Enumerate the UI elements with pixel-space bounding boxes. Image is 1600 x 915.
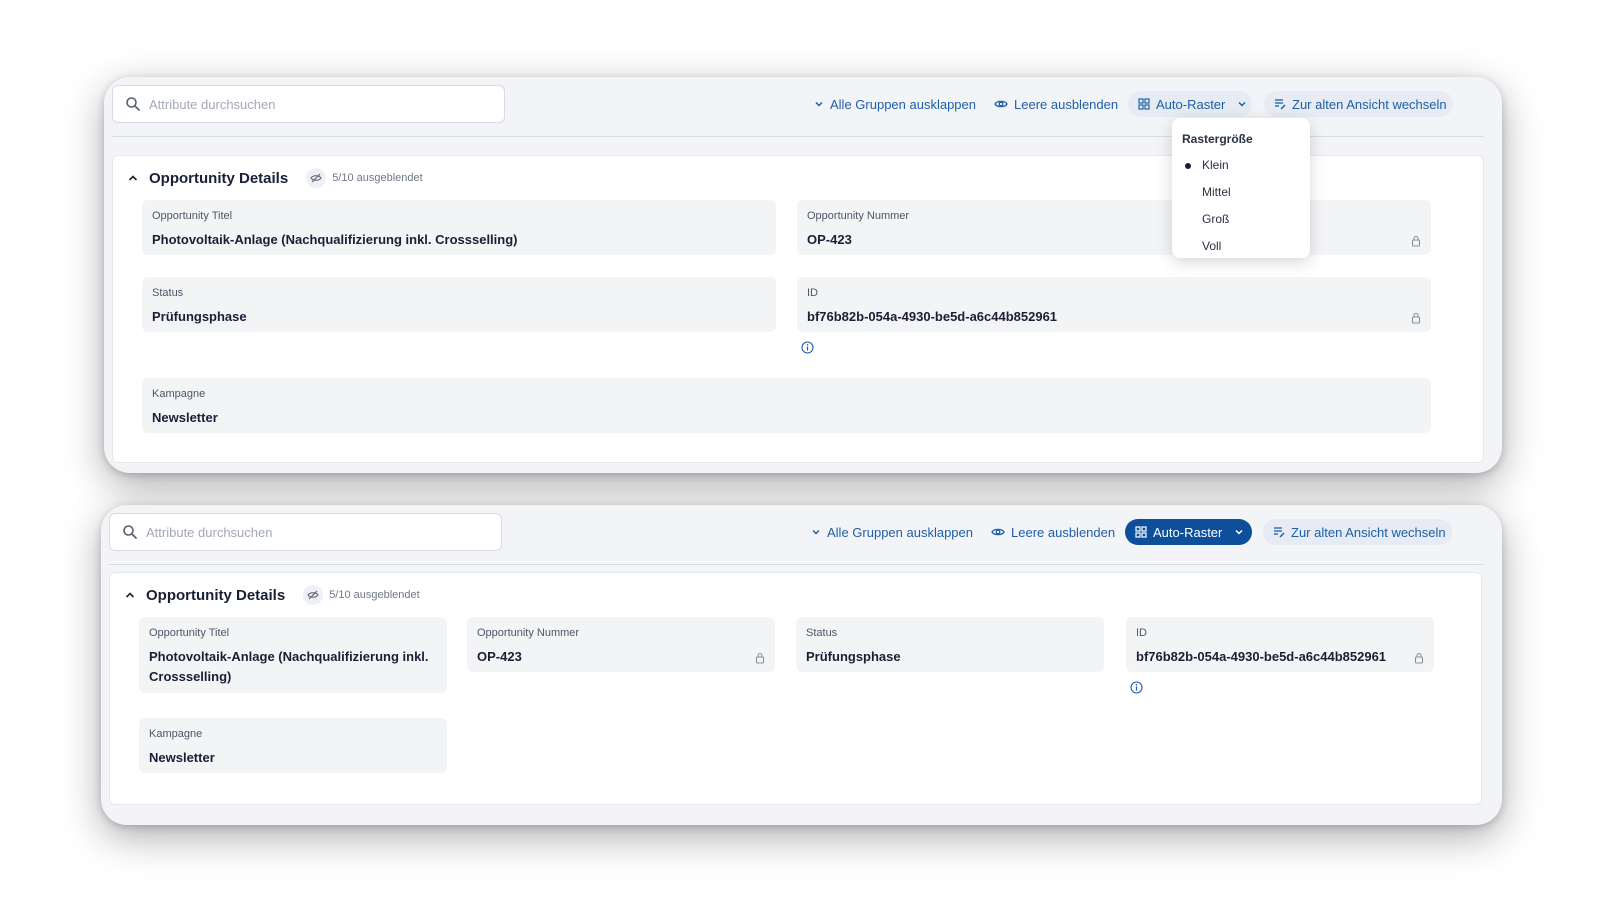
field-label: ID	[1136, 627, 1147, 639]
switch-view-button[interactable]: Zur alten Ansicht wechseln	[1264, 91, 1453, 117]
grid-size-option-klein[interactable]: Klein	[1172, 152, 1310, 179]
field-value: bf76b82b-054a-4930-be5d-a6c44b852961	[807, 309, 1058, 324]
info-icon[interactable]	[801, 341, 814, 354]
grid-size-label: Auto-Raster	[1153, 524, 1223, 540]
hidden-count-badge[interactable]: 5/10 ausgeblendet	[303, 585, 420, 605]
hide-empty-label: Leere ausblenden	[1014, 96, 1119, 112]
option-label: Groß	[1202, 212, 1230, 226]
group-card: Opportunity Details 5/10 ausgeblendet Op…	[109, 572, 1482, 805]
field-id[interactable]: ID bf76b82b-054a-4930-be5d-a6c44b852961	[797, 277, 1431, 332]
group-header[interactable]: Opportunity Details 5/10 ausgeblendet	[127, 168, 423, 188]
eye-off-icon	[303, 585, 324, 605]
chevron-up-icon[interactable]	[127, 172, 139, 184]
field-campaign[interactable]: Kampagne Newsletter	[139, 718, 447, 773]
field-value: Prüfungsphase	[152, 309, 247, 324]
switch-view-label: Zur alten Ansicht wechseln	[1291, 524, 1446, 540]
hide-empty-button[interactable]: Leere ausblenden	[984, 91, 1128, 117]
group-header[interactable]: Opportunity Details 5/10 ausgeblendet	[124, 585, 420, 605]
field-value: bf76b82b-054a-4930-be5d-a6c44b852961	[1136, 649, 1387, 664]
field-value-line-1: Photovoltaik-Anlage (Nachqualifizierung …	[149, 649, 429, 664]
expand-all-button[interactable]: Alle Gruppen ausklappen	[804, 91, 986, 117]
expand-all-label: Alle Gruppen ausklappen	[830, 96, 976, 112]
grid-icon	[1135, 526, 1147, 538]
expand-all-label: Alle Gruppen ausklappen	[827, 524, 973, 540]
field-value: Prüfungsphase	[806, 649, 901, 664]
field-value-line-2: Crossselling)	[149, 669, 232, 684]
hidden-count-text: 5/10 ausgeblendet	[329, 589, 420, 601]
switch-view-label: Zur alten Ansicht wechseln	[1292, 96, 1447, 112]
lock-icon	[1411, 235, 1421, 247]
field-id[interactable]: ID bf76b82b-054a-4930-be5d-a6c44b852961	[1126, 617, 1434, 672]
field-status[interactable]: Status Prüfungsphase	[142, 277, 776, 332]
option-label: Voll	[1202, 239, 1222, 253]
attribute-panel-grid-active: Alle Gruppen ausklappen Leere ausblenden…	[101, 505, 1502, 825]
grid-icon	[1138, 98, 1150, 110]
grid-size-menu-title: Rastergröße	[1182, 132, 1253, 146]
option-label: Klein	[1202, 158, 1229, 172]
chevron-down-icon	[815, 101, 823, 107]
list-edit-icon	[1275, 99, 1286, 110]
list-edit-icon	[1274, 527, 1285, 538]
field-opportunity-title[interactable]: Opportunity Titel Photovoltaik-Anlage (N…	[142, 200, 776, 255]
lock-icon	[755, 652, 765, 664]
group-title: Opportunity Details	[149, 169, 289, 187]
field-label: Opportunity Titel	[152, 210, 233, 222]
field-opportunity-number[interactable]: Opportunity Nummer OP-423	[797, 200, 1431, 255]
field-value: Photovoltaik-Anlage (Nachqualifizierung …	[152, 232, 518, 247]
switch-view-button[interactable]: Zur alten Ansicht wechseln	[1263, 519, 1452, 545]
search-box[interactable]	[109, 513, 502, 551]
field-opportunity-number[interactable]: Opportunity Nummer OP-423	[467, 617, 775, 672]
search-box[interactable]	[112, 85, 505, 123]
hide-empty-button[interactable]: Leere ausblenden	[981, 519, 1125, 545]
chevron-down-icon	[1235, 529, 1243, 535]
field-label: ID	[807, 287, 818, 299]
hide-empty-label: Leere ausblenden	[1011, 524, 1116, 540]
field-status[interactable]: Status Prüfungsphase	[796, 617, 1104, 672]
hidden-count-text: 5/10 ausgeblendet	[332, 172, 423, 184]
toolbar-divider	[109, 564, 1484, 565]
toolbar: Alle Gruppen ausklappen Leere ausblenden…	[101, 505, 1502, 565]
field-value: OP-423	[807, 232, 852, 247]
field-label: Opportunity Titel	[149, 627, 230, 639]
chevron-up-icon[interactable]	[124, 589, 136, 601]
selected-dot-icon	[1185, 163, 1191, 169]
field-label: Kampagne	[152, 388, 206, 400]
search-input[interactable]	[146, 524, 476, 540]
field-campaign[interactable]: Kampagne Newsletter	[142, 378, 1431, 433]
eye-off-icon	[306, 168, 327, 188]
chevron-down-icon	[1238, 101, 1246, 107]
lock-icon	[1411, 312, 1421, 324]
grid-size-dropdown[interactable]: Auto-Raster	[1128, 91, 1252, 117]
grid-size-dropdown[interactable]: Auto-Raster	[1125, 519, 1252, 545]
field-label: Status	[806, 627, 838, 639]
search-icon	[123, 525, 137, 539]
info-icon[interactable]	[1130, 681, 1143, 694]
grid-size-option-mittel[interactable]: Mittel	[1172, 179, 1310, 206]
expand-all-button[interactable]: Alle Gruppen ausklappen	[801, 519, 983, 545]
grid-size-menu: Rastergröße Klein Mittel Groß Voll	[1172, 118, 1310, 258]
group-title: Opportunity Details	[146, 586, 286, 604]
option-label: Mittel	[1202, 185, 1231, 199]
grid-size-option-voll[interactable]: Voll	[1172, 233, 1310, 260]
grid-size-label: Auto-Raster	[1156, 96, 1226, 112]
eye-icon	[991, 528, 1005, 536]
search-icon	[126, 97, 140, 111]
field-opportunity-title[interactable]: Opportunity Titel Photovoltaik-Anlage (N…	[139, 617, 447, 693]
hidden-count-badge[interactable]: 5/10 ausgeblendet	[306, 168, 423, 188]
field-label: Kampagne	[149, 728, 203, 740]
field-value: Newsletter	[149, 750, 215, 765]
field-label: Opportunity Nummer	[807, 210, 910, 222]
chevron-down-icon	[812, 529, 820, 535]
grid-size-option-gross[interactable]: Groß	[1172, 206, 1310, 233]
field-value: OP-423	[477, 649, 522, 664]
eye-icon	[994, 100, 1008, 108]
field-value: Newsletter	[152, 410, 218, 425]
lock-icon	[1414, 652, 1424, 664]
search-input[interactable]	[149, 96, 479, 112]
field-label: Opportunity Nummer	[477, 627, 580, 639]
field-label: Status	[152, 287, 184, 299]
